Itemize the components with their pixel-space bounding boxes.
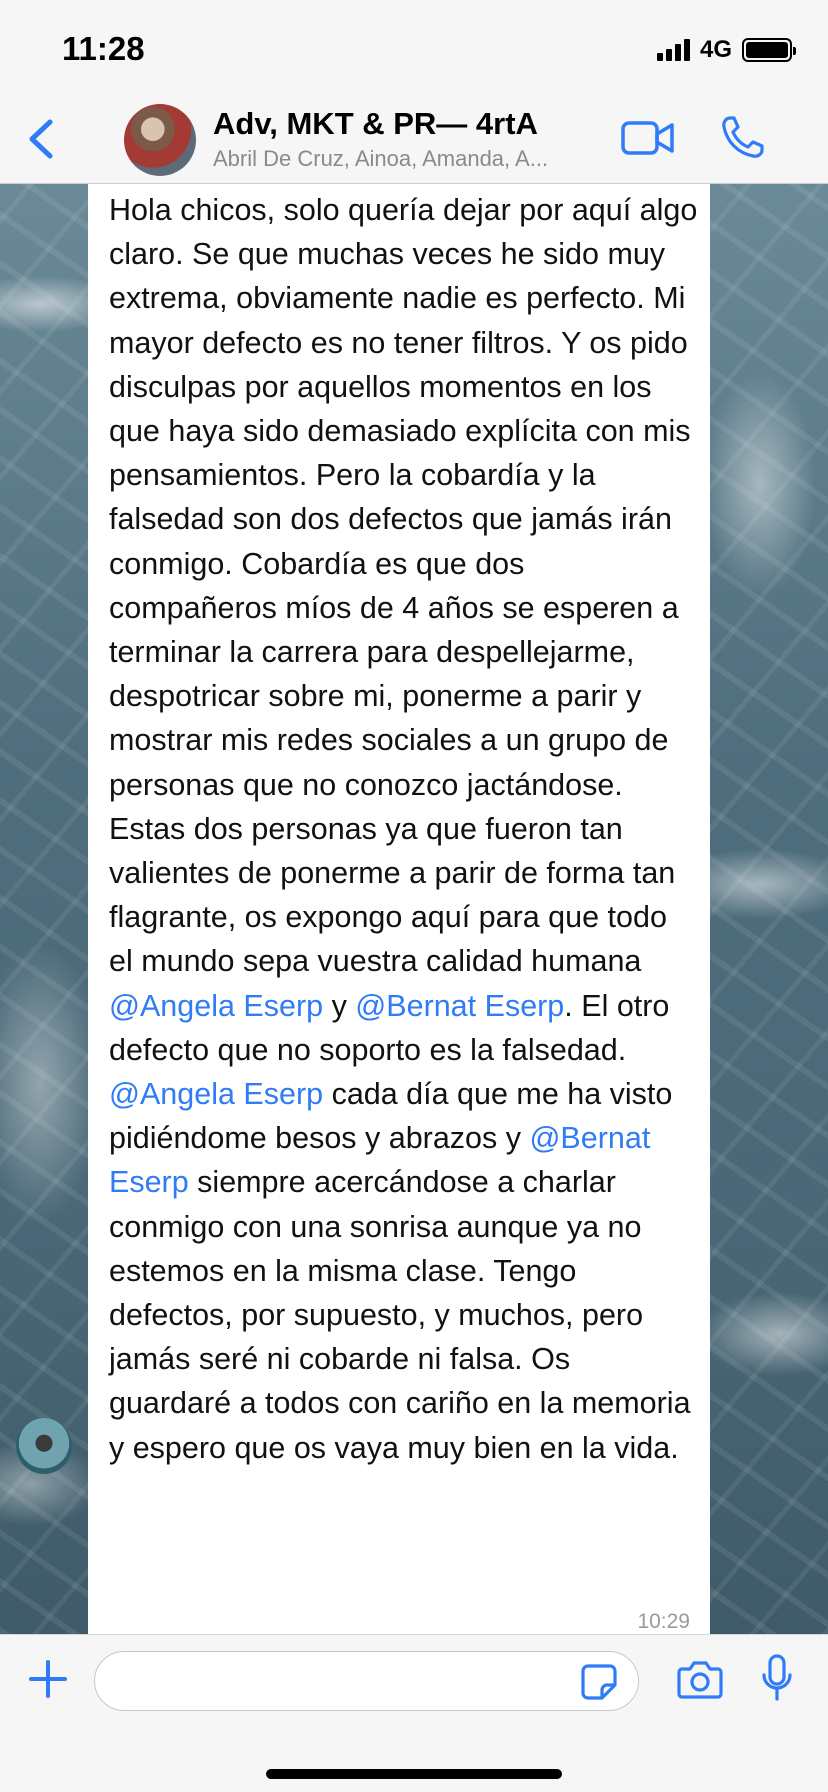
message-input[interactable] bbox=[94, 1651, 639, 1711]
chat-header: Adv, MKT & PR— 4rtA Abril De Cruz, Ainoa… bbox=[0, 98, 828, 184]
phone-icon bbox=[722, 116, 764, 158]
video-call-button[interactable] bbox=[620, 116, 676, 160]
message-time: 10:29 bbox=[637, 1610, 690, 1633]
message-segment: Hola chicos, solo quería dejar por aquí … bbox=[109, 193, 698, 979]
message-segment: y bbox=[323, 988, 356, 1023]
chat-members[interactable]: Abril De Cruz, Ainoa, Amanda, A... bbox=[213, 146, 603, 172]
mention-link[interactable]: @Angela Eserp bbox=[109, 1077, 323, 1111]
video-camera-icon bbox=[621, 121, 674, 155]
mention-link[interactable]: @Angela Eserp bbox=[109, 989, 323, 1023]
sticker-icon bbox=[581, 1664, 617, 1700]
status-time: 11:28 bbox=[62, 30, 145, 67]
battery-icon bbox=[742, 38, 796, 62]
voice-call-button[interactable] bbox=[718, 114, 766, 162]
message-segment: siempre acercándose a charlar conmigo co… bbox=[109, 1165, 691, 1465]
camera-icon bbox=[677, 1661, 723, 1699]
sender-avatar[interactable] bbox=[16, 1418, 72, 1474]
chat-background[interactable]: Hola chicos, solo quería dejar por aquí … bbox=[0, 184, 828, 1634]
back-button[interactable] bbox=[22, 116, 62, 162]
signal-icon bbox=[656, 39, 690, 61]
message-text: Hola chicos, solo quería dejar por aquí … bbox=[109, 188, 699, 1470]
status-bar: 11:28 4G bbox=[0, 0, 828, 98]
mention-link[interactable]: @Bernat Eserp bbox=[355, 989, 564, 1023]
chat-title[interactable]: Adv, MKT & PR— 4rtA bbox=[213, 106, 538, 142]
voice-message-button[interactable] bbox=[760, 1653, 794, 1703]
message-bubble[interactable]: Hola chicos, solo quería dejar por aquí … bbox=[88, 184, 710, 1634]
add-attachment-button[interactable] bbox=[28, 1659, 68, 1699]
sticker-button[interactable] bbox=[580, 1663, 618, 1701]
network-label: 4G bbox=[699, 36, 732, 63]
input-bar bbox=[0, 1634, 828, 1792]
microphone-icon bbox=[762, 1654, 792, 1701]
group-avatar[interactable] bbox=[124, 104, 196, 176]
status-indicators: 4G bbox=[656, 36, 796, 64]
plus-icon bbox=[29, 1660, 67, 1698]
chevron-left-icon bbox=[29, 119, 53, 159]
camera-button[interactable] bbox=[676, 1657, 724, 1701]
home-indicator[interactable] bbox=[266, 1769, 562, 1779]
